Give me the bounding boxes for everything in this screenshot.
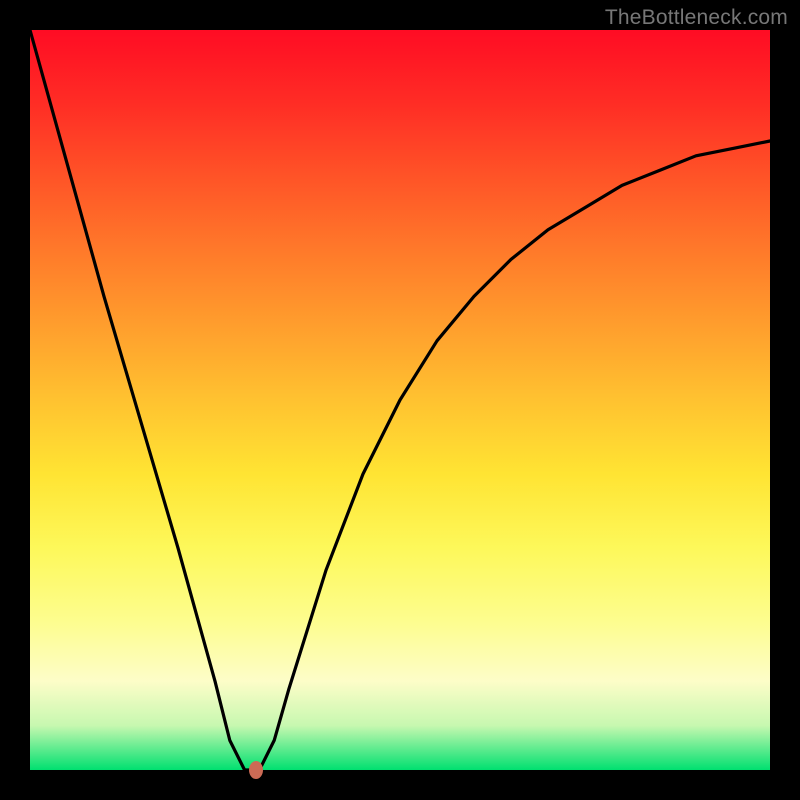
watermark-text: TheBottleneck.com [605,6,788,30]
bottleneck-curve [30,30,770,770]
optimum-marker [249,761,263,779]
chart-frame: TheBottleneck.com [0,0,800,800]
